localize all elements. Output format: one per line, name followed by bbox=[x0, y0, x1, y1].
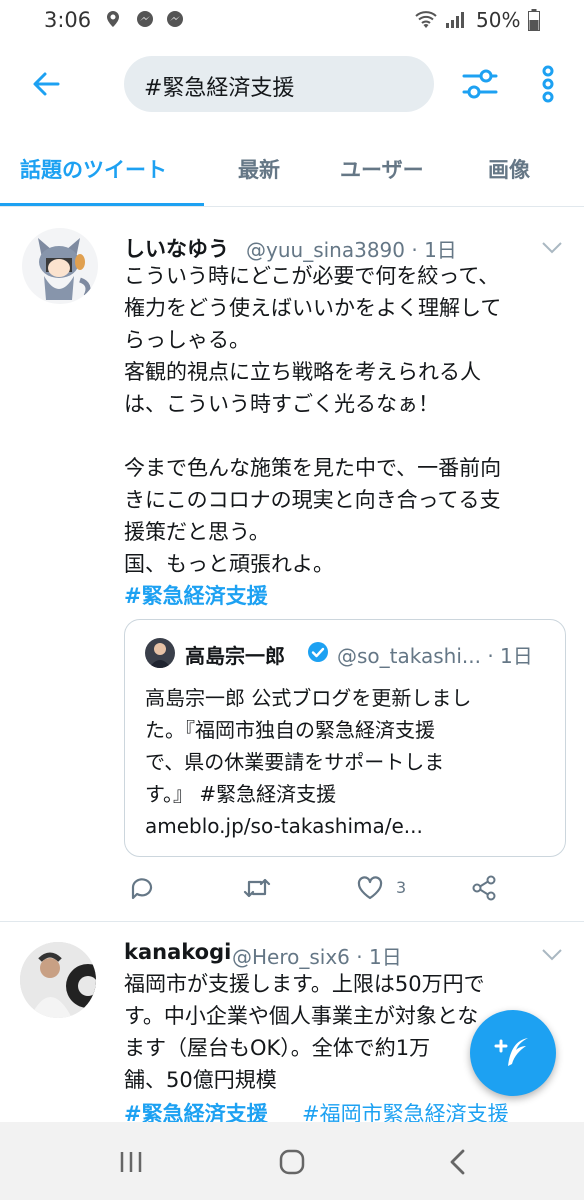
reply-icon[interactable] bbox=[128, 874, 156, 902]
quoted-tweet[interactable]: 高島宗一郎 @so_takashi... · 1日 高島宗一郎 公式ブログを更新… bbox=[124, 619, 566, 857]
tab-latest[interactable]: 最新 bbox=[238, 154, 280, 184]
back-arrow-icon[interactable] bbox=[28, 66, 64, 102]
like-action[interactable]: 3 bbox=[356, 872, 416, 904]
tweet-separator bbox=[0, 921, 584, 922]
location-icon bbox=[107, 11, 119, 27]
tweet-author-handle[interactable]: @yuu_sina3890 · 1日 bbox=[246, 234, 457, 263]
back-nav-icon[interactable] bbox=[448, 1148, 468, 1176]
avatar[interactable] bbox=[20, 942, 96, 1018]
tweet-author-handle[interactable]: @Hero_six6 · 1日 bbox=[232, 941, 402, 970]
quoted-author-name: 高島宗一郎 bbox=[185, 644, 285, 668]
recent-apps-icon[interactable] bbox=[118, 1150, 144, 1174]
quoted-text: 高島宗一郎 公式ブログを更新しまし た。『福岡市独自の緊急経済支援 で、県の休業… bbox=[145, 686, 472, 838]
tab-images[interactable]: 画像 bbox=[488, 154, 530, 184]
tweet-author-name[interactable]: kanakogi bbox=[124, 940, 231, 964]
system-navigation-bar bbox=[0, 1122, 584, 1200]
retweet-icon[interactable] bbox=[242, 874, 272, 902]
chevron-down-icon[interactable] bbox=[541, 948, 563, 962]
quoted-author-handle: @so_takashi... · 1日 bbox=[337, 644, 533, 668]
battery-percentage: 50% bbox=[476, 8, 521, 32]
verified-badge-icon bbox=[308, 642, 328, 662]
avatar-illustration bbox=[38, 238, 91, 300]
search-filter-icon[interactable] bbox=[460, 64, 500, 104]
status-time: 3:06 bbox=[44, 8, 92, 32]
more-options-icon[interactable] bbox=[534, 64, 562, 104]
compose-tweet-button[interactable] bbox=[470, 1010, 556, 1096]
wifi-icon bbox=[415, 11, 437, 28]
chevron-down-icon[interactable] bbox=[541, 241, 563, 255]
status-bar: 3:06 50% bbox=[0, 0, 584, 40]
tab-top-tweets[interactable]: 話題のツイート bbox=[20, 154, 167, 184]
like-count: 3 bbox=[396, 878, 407, 897]
home-icon[interactable] bbox=[278, 1148, 306, 1176]
share-icon[interactable] bbox=[470, 874, 498, 902]
quoted-avatar bbox=[145, 638, 175, 668]
signal-icon bbox=[446, 12, 464, 28]
compose-feather-icon bbox=[494, 1038, 528, 1066]
tab-users[interactable]: ユーザー bbox=[340, 154, 424, 184]
search-query[interactable]: #緊急経済支援 bbox=[144, 70, 294, 102]
divider bbox=[0, 206, 584, 207]
battery-icon bbox=[528, 9, 540, 31]
tweet-author-name[interactable]: しいなゆう bbox=[124, 233, 229, 263]
avatar-photo bbox=[20, 942, 96, 1018]
tweet-text: こういう時にどこが必要で何を絞って、 権力をどう使えばいいかをよく理解して らっ… bbox=[124, 264, 502, 576]
search-field[interactable]: #緊急経済支援 bbox=[124, 56, 434, 112]
avatar[interactable] bbox=[22, 228, 98, 304]
messenger-icon bbox=[167, 11, 183, 27]
hashtag-link[interactable]: #緊急経済支援 bbox=[124, 580, 268, 610]
heart-icon[interactable] bbox=[356, 874, 384, 902]
messenger-icon bbox=[137, 11, 153, 27]
